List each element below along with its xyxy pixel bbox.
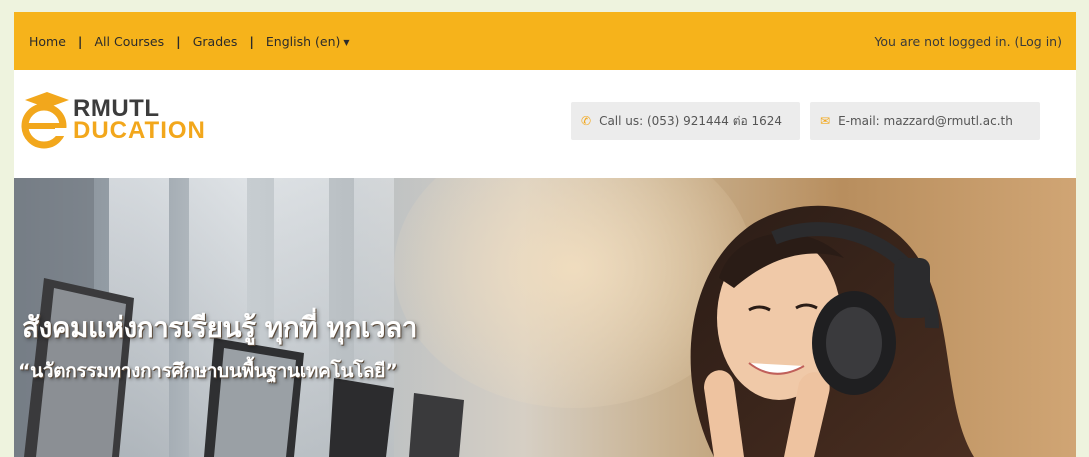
language-dropdown-label: English (en)	[265, 33, 341, 49]
login-status-close: )	[1057, 33, 1062, 49]
main-nav: Home | All Courses | Grades | English (e…	[29, 34, 350, 49]
page-frame: Home | All Courses | Grades | English (e…	[0, 0, 1089, 457]
login-status: You are not logged in. (Log in)	[874, 34, 1062, 49]
hero-subtitle: “นวัตกรรมทางการศึกษาบนพื้นฐานเทคโนโลยี”	[18, 360, 398, 382]
language-dropdown[interactable]: English (en) ▼	[266, 34, 350, 49]
envelope-icon: ✉	[820, 114, 831, 128]
phone-icon: ✆	[581, 114, 592, 128]
site-logo[interactable]: RMUTL DUCATION	[17, 90, 237, 150]
logo-e-icon	[21, 92, 69, 149]
call-us-box: ✆ Call us: (053) 921444 ต่อ 1624	[571, 102, 800, 140]
nav-separator: |	[176, 33, 181, 49]
email-box: ✉ E-mail: mazzard@rmutl.ac.th	[810, 102, 1040, 140]
nav-all-courses-link[interactable]: All Courses	[95, 34, 165, 49]
caret-down-icon: ▼	[343, 37, 350, 47]
top-nav-bar: Home | All Courses | Grades | English (e…	[14, 12, 1076, 70]
login-link[interactable]: Log in	[1019, 34, 1057, 49]
email-text[interactable]: E-mail: mazzard@rmutl.ac.th	[838, 114, 1013, 128]
login-status-text: You are not logged in. (	[874, 33, 1020, 49]
logo-line-education: DUCATION	[73, 117, 206, 144]
nav-separator: |	[249, 33, 254, 49]
nav-separator: |	[77, 33, 83, 49]
hero-title: สังคมแห่งการเรียนรู้ ทุกที่ ทุกเวลา	[22, 311, 417, 344]
nav-grades-link[interactable]: Grades	[193, 34, 238, 49]
hero-banner: สังคมแห่งการเรียนรู้ ทุกที่ ทุกเวลา “นวั…	[14, 178, 1076, 457]
call-us-text: Call us: (053) 921444 ต่อ 1624	[599, 113, 783, 128]
logo-wordmark: RMUTL DUCATION	[73, 97, 206, 144]
site-header: RMUTL DUCATION ✆ Call us: (053) 921444 ต…	[14, 70, 1076, 178]
nav-home-link[interactable]: Home	[29, 34, 66, 49]
